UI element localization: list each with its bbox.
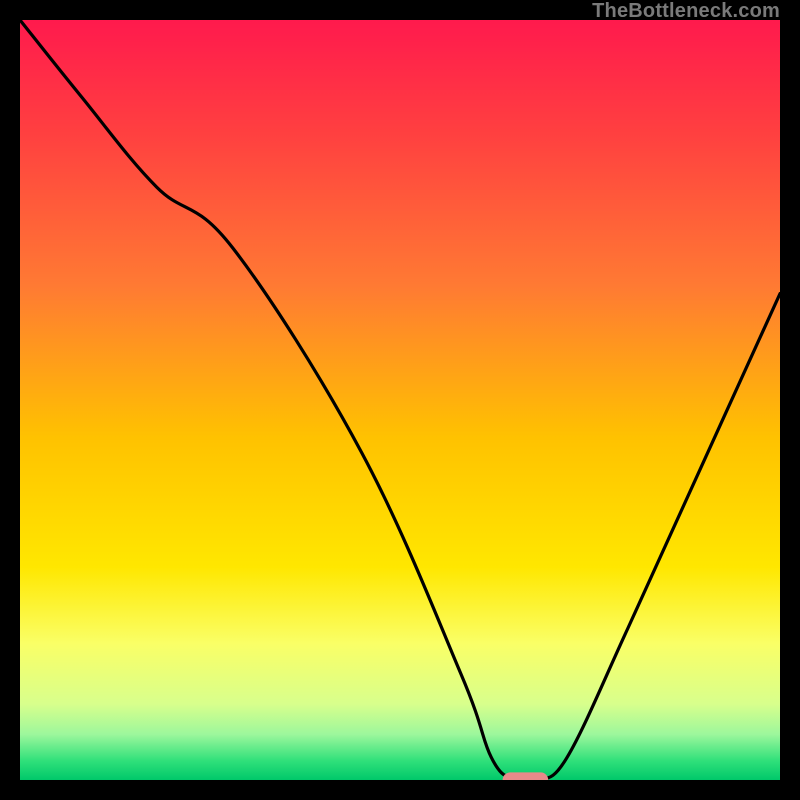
bottleneck-chart xyxy=(20,20,780,780)
plot-area xyxy=(20,20,780,780)
watermark-text: TheBottleneck.com xyxy=(592,0,780,23)
chart-frame: TheBottleneck.com xyxy=(0,0,800,800)
optimal-marker xyxy=(503,772,549,780)
gradient-background xyxy=(20,20,780,780)
